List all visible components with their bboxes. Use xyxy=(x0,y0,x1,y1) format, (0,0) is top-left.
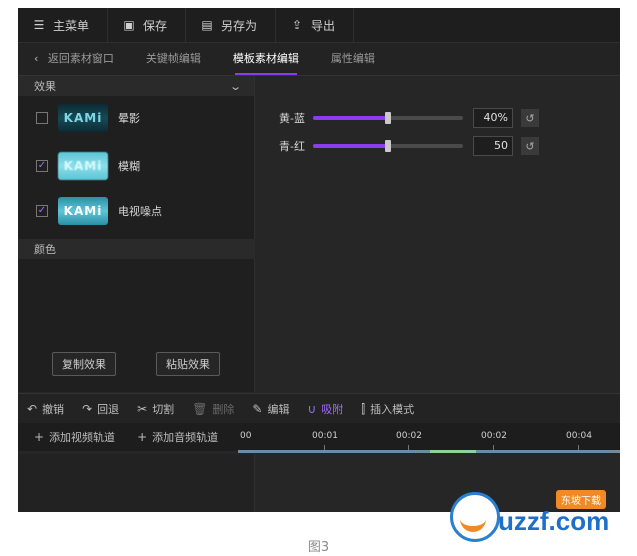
save-as-icon: ▤ xyxy=(201,18,213,32)
ruler-tick-label: 00 xyxy=(240,431,252,441)
effect-thumbnail: KAMi xyxy=(58,152,108,180)
slider-fill xyxy=(313,116,388,120)
back-label: 返回素材窗口 xyxy=(47,52,114,65)
tab-keyframe[interactable]: 关键帧编辑 xyxy=(130,43,217,75)
export-label: 导出 xyxy=(311,18,336,33)
menu-icon: ☰ xyxy=(33,18,45,32)
edit-button[interactable]: ✎ 编辑 xyxy=(243,401,298,417)
magnet-icon: ∪ xyxy=(307,402,317,416)
effect-item-vignette[interactable]: KAMi 晕影 xyxy=(18,98,254,138)
effect-label: 晕影 xyxy=(118,112,140,125)
effect-checkbox[interactable]: ✓ xyxy=(36,160,48,172)
effect-thumbnail: KAMi xyxy=(58,197,108,225)
effect-thumbnail: KAMi xyxy=(58,104,108,132)
main-menu-button[interactable]: ☰ 主菜单 xyxy=(18,8,109,42)
param-label: 黄-蓝 xyxy=(279,112,305,125)
cyan-red-value-input[interactable]: 50 xyxy=(473,136,513,156)
delete-button[interactable]: 🗑 删除 xyxy=(183,401,243,417)
tab-attributes[interactable]: 属性编辑 xyxy=(315,43,391,75)
tab-template[interactable]: 模板素材编辑 xyxy=(217,43,315,75)
pencil-icon: ✎ xyxy=(252,402,263,416)
top-toolbar: ☰ 主菜单 ▣ 保存 ▤ 另存为 ⇪ 导出 xyxy=(18,8,620,43)
save-as-label: 另存为 xyxy=(221,18,258,33)
timeline-toolbar: ↶ 撤销 ↷ 回退 ✂ 切割 🗑 删除 ✎ 编辑 ∪ 吸附 ⫿ 插入模式 xyxy=(18,393,620,424)
color-header[interactable]: 颜色 ⌄ xyxy=(18,239,284,259)
plus-icon: + xyxy=(34,430,45,444)
export-icon: ⇪ xyxy=(292,18,303,32)
undo-label: 撤销 xyxy=(42,403,65,416)
redo-label: 回退 xyxy=(97,403,120,416)
redo-button[interactable]: ↷ 回退 xyxy=(73,401,128,417)
plus-icon: + xyxy=(137,430,148,444)
cyan-red-slider[interactable] xyxy=(313,140,463,152)
edit-label: 编辑 xyxy=(267,403,290,416)
effects-header-label: 效果 xyxy=(34,80,56,93)
main-menu-label: 主菜单 xyxy=(53,18,90,33)
snap-label: 吸附 xyxy=(321,403,344,416)
timeline-track-bar[interactable] xyxy=(238,450,620,453)
copy-effect-button[interactable]: 复制效果 xyxy=(52,352,116,376)
export-button[interactable]: ⇪ 导出 xyxy=(276,8,355,42)
save-icon: ▣ xyxy=(123,18,135,32)
add-audio-track-button[interactable]: + 添加音频轨道 xyxy=(121,429,224,445)
save-button[interactable]: ▣ 保存 xyxy=(108,8,187,42)
color-header-label: 颜色 xyxy=(34,243,56,256)
ruler-tick-label: 00:04 xyxy=(566,431,592,441)
param-row-yellow-blue: 黄-蓝 40% ↺ xyxy=(279,108,539,128)
cut-label: 切割 xyxy=(152,403,175,416)
track-list xyxy=(18,454,255,512)
delete-label: 删除 xyxy=(212,403,235,416)
add-audio-label: 添加音频轨道 xyxy=(152,431,219,444)
scissors-icon: ✂ xyxy=(137,402,148,416)
reset-icon[interactable]: ↺ xyxy=(521,109,539,127)
yellow-blue-value-input[interactable]: 40% xyxy=(473,108,513,128)
chevron-down-icon: ⌄ xyxy=(228,79,242,93)
params-panel: 黄-蓝 40% ↺ 青-红 50 ↺ xyxy=(255,76,620,392)
copy-paste-row: 复制效果 粘贴效果 xyxy=(18,352,254,376)
playhead-range xyxy=(430,450,476,453)
save-as-button[interactable]: ▤ 另存为 xyxy=(186,8,277,42)
effects-header[interactable]: 效果 ⌄ xyxy=(18,76,254,96)
effect-checkbox[interactable]: ✓ xyxy=(36,205,48,217)
add-video-track-button[interactable]: + 添加视频轨道 xyxy=(18,429,121,445)
undo-icon: ↶ xyxy=(27,402,38,416)
timeline-ruler[interactable]: 00 00:01 00:02 00:02 00:04 xyxy=(238,423,620,451)
chevron-left-icon: ‹ xyxy=(34,52,39,65)
insert-mode-button[interactable]: ⫿ 插入模式 xyxy=(352,401,423,417)
param-row-cyan-red: 青-红 50 ↺ xyxy=(279,136,539,156)
add-video-label: 添加视频轨道 xyxy=(49,431,116,444)
effect-label: 模糊 xyxy=(118,160,140,173)
back-to-material-tab[interactable]: ‹ 返回素材窗口 xyxy=(18,43,130,75)
snap-toggle[interactable]: ∪ 吸附 xyxy=(298,401,352,417)
ruler-tick-label: 00:02 xyxy=(396,431,422,441)
effect-checkbox[interactable] xyxy=(36,112,48,124)
paste-effect-button[interactable]: 粘贴效果 xyxy=(156,352,220,376)
trash-icon: 🗑 xyxy=(192,402,208,416)
redo-icon: ↷ xyxy=(82,402,93,416)
save-label: 保存 xyxy=(143,18,168,33)
insert-mode-label: 插入模式 xyxy=(370,403,415,416)
edit-tabs: ‹ 返回素材窗口 关键帧编辑 模板素材编辑 属性编辑 xyxy=(18,43,620,76)
watermark-logo: uzzf.com 东坡下载 xyxy=(440,490,630,550)
effects-panel: 效果 ⌄ KAMi 晕影 ✓ KAMi 模糊 ✓ KAMi 电视噪点 颜色 ⌄ … xyxy=(18,76,284,392)
logo-tag: 东坡下载 xyxy=(556,490,606,509)
undo-button[interactable]: ↶ 撤销 xyxy=(18,401,73,417)
app-window: ☰ 主菜单 ▣ 保存 ▤ 另存为 ⇪ 导出 ‹ 返回素材窗口 关键帧编辑 模板素… xyxy=(18,8,620,512)
effect-item-blur[interactable]: ✓ KAMi 模糊 xyxy=(18,146,254,186)
slider-handle[interactable] xyxy=(385,112,391,124)
slider-handle[interactable] xyxy=(385,140,391,152)
logo-word: uzzf.com xyxy=(498,506,610,536)
param-label: 青-红 xyxy=(279,140,305,153)
slider-fill xyxy=(313,144,388,148)
insert-icon: ⫿ xyxy=(361,401,366,416)
ruler-tick-label: 00:01 xyxy=(312,431,338,441)
cut-button[interactable]: ✂ 切割 xyxy=(128,401,183,417)
reset-icon[interactable]: ↺ xyxy=(521,137,539,155)
ruler-tick-label: 00:02 xyxy=(481,431,507,441)
effect-item-tv-noise[interactable]: ✓ KAMi 电视噪点 xyxy=(18,191,254,231)
yellow-blue-slider[interactable] xyxy=(313,112,463,124)
effect-label: 电视噪点 xyxy=(118,205,162,218)
